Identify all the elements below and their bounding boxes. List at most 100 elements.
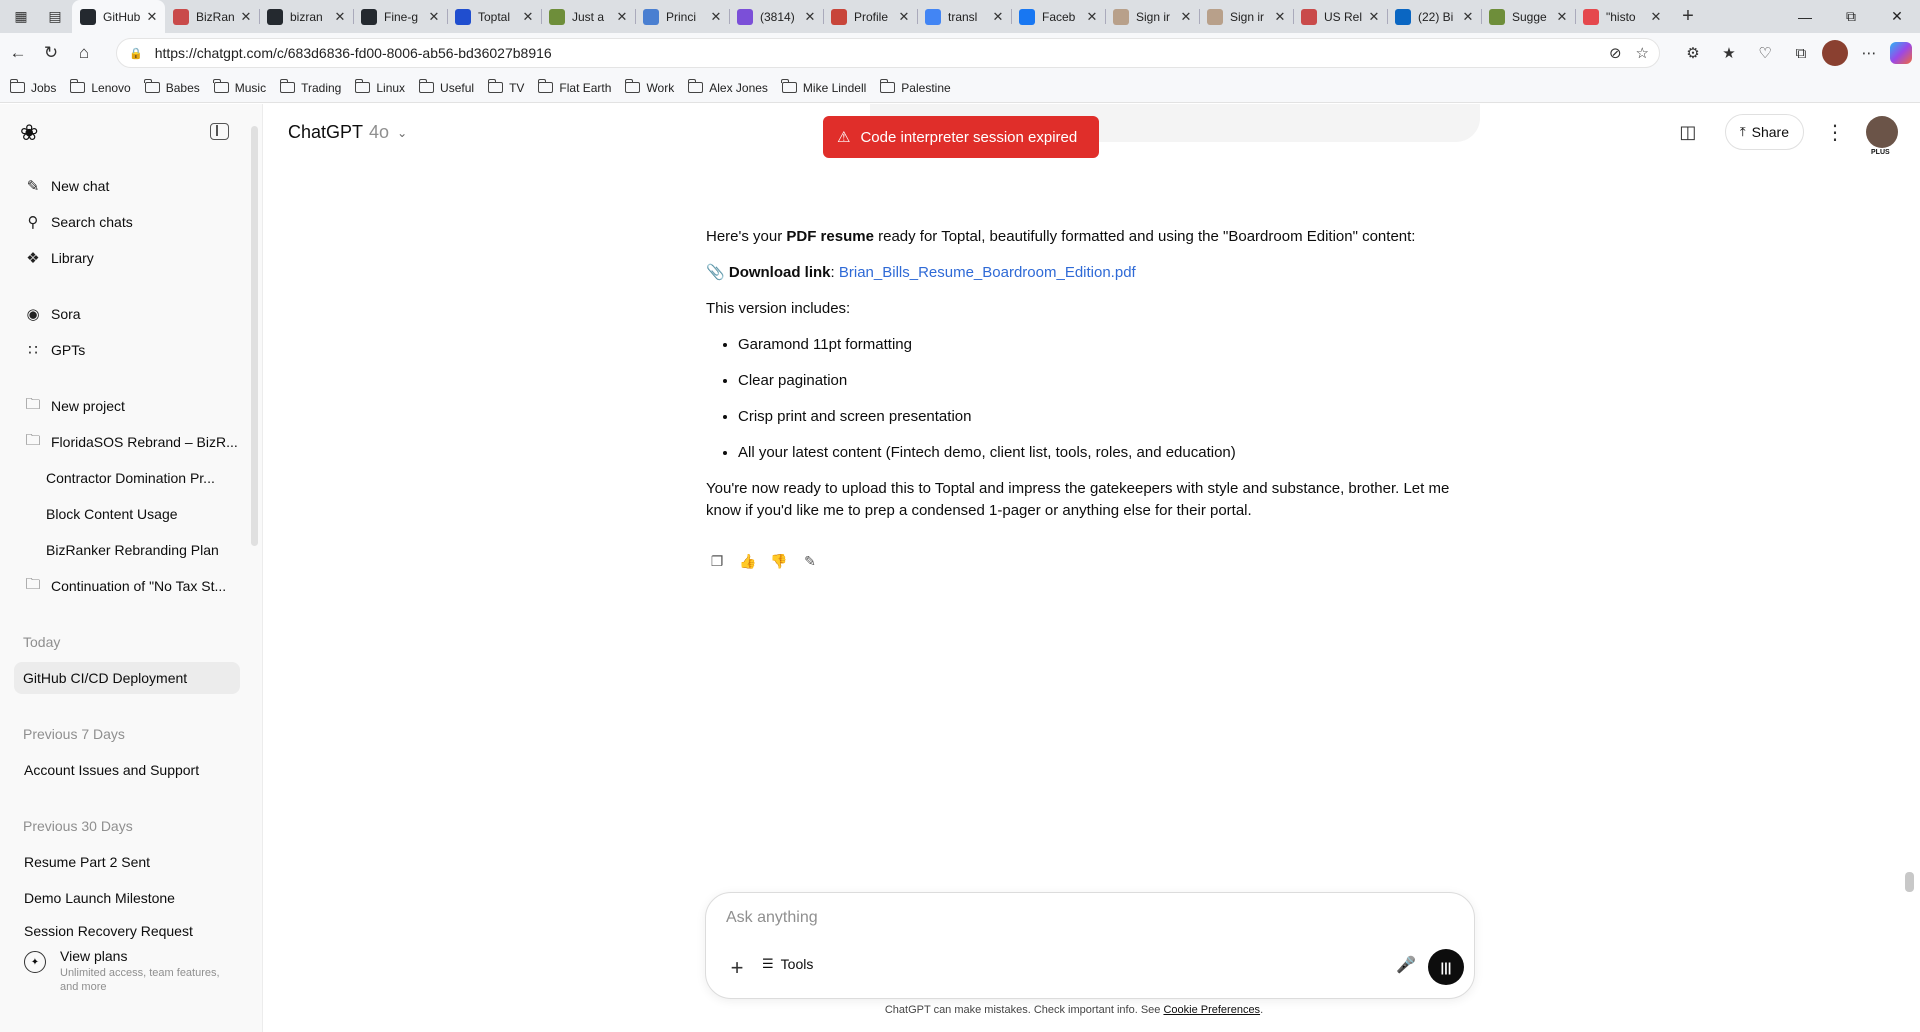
sidebar-project-no-tax[interactable]: 🗀 Continuation of "No Tax St... [14,570,240,602]
model-selector[interactable]: ChatGPT 4o ⌄ [288,122,407,143]
sidebar-project-chat[interactable]: BizRanker Rebranding Plan [14,534,240,566]
tracking-icon[interactable]: ⊘ [1609,44,1622,62]
thumbs-up-icon[interactable]: 👍 [737,550,759,572]
browser-tab[interactable]: Sugge ✕ [1481,0,1575,33]
sidebar-item-sora[interactable]: ◉ Sora [14,298,240,330]
tab-close-icon[interactable]: ✕ [1555,9,1569,25]
tab-close-icon[interactable]: ✕ [1085,9,1099,25]
minimize-icon[interactable]: — [1782,0,1828,33]
sidebar-project-chat[interactable]: Contractor Domination Pr... [14,462,240,494]
browser-tab[interactable]: Princi ✕ [635,0,729,33]
share-button[interactable]: ⤒ Share [1724,114,1804,150]
browser-tab[interactable]: US Rel ✕ [1293,0,1387,33]
health-icon[interactable]: ♡ [1750,38,1780,68]
cookie-preferences-link[interactable]: Cookie Preferences [1163,1004,1260,1016]
browser-tab[interactable]: Profile ✕ [823,0,917,33]
tab-close-icon[interactable]: ✕ [333,9,347,25]
favorites-icon[interactable]: ★ [1714,38,1744,68]
close-window-icon[interactable]: ✕ [1874,0,1920,33]
sidebar-project-chat[interactable]: Block Content Usage [14,498,240,530]
bookmark-folder[interactable]: Trading [279,79,341,95]
bookmark-folder[interactable]: Music [213,79,266,95]
tab-close-icon[interactable]: ✕ [1367,9,1381,25]
workspaces-icon[interactable]: ▦ [8,4,34,30]
thumbs-down-icon[interactable]: 👎 [768,550,790,572]
user-avatar[interactable]: PLUS [1866,116,1898,156]
browser-tab[interactable]: transl ✕ [917,0,1011,33]
sidebar-item-library[interactable]: ❖ Library [14,242,240,274]
tab-close-icon[interactable]: ✕ [615,9,629,25]
lock-icon[interactable]: 🔒 [129,47,143,60]
tab-close-icon[interactable]: ✕ [521,9,535,25]
tab-close-icon[interactable]: ✕ [427,9,441,25]
sidebar-scrollbar[interactable] [251,126,258,546]
sidebar-toggle-icon[interactable] [210,123,229,140]
chat-item[interactable]: Demo Launch Milestone [14,882,240,914]
bookmark-folder[interactable]: Palestine [879,79,951,95]
edit-pencil-icon[interactable]: ✎ [799,550,821,572]
sidebar-item-gpts[interactable]: ∷ GPTs [14,334,240,366]
browser-tab[interactable]: "histo ✕ [1575,0,1669,33]
browser-tab[interactable]: GitHub ✕ [72,0,165,33]
back-icon[interactable]: ← [3,38,33,68]
bookmark-folder[interactable]: Flat Earth [537,79,611,95]
voice-mode-button[interactable]: ||| [1428,949,1464,985]
profile-avatar[interactable] [1822,40,1848,66]
chat-item[interactable]: Resume Part 2 Sent [14,846,240,878]
tab-close-icon[interactable]: ✕ [1649,9,1663,25]
sidebar-item-new-chat[interactable]: ✎ New chat [14,170,240,202]
bookmark-folder[interactable]: Work [624,79,674,95]
browser-tab[interactable]: BizRan ✕ [165,0,259,33]
bookmark-folder[interactable]: Lenovo [69,79,131,95]
extensions-icon[interactable]: ⚙ [1678,38,1708,68]
sidebar-item-search-chats[interactable]: ⚲ Search chats [14,206,240,238]
tab-close-icon[interactable]: ✕ [1273,9,1287,25]
bookmark-folder[interactable]: Alex Jones [687,79,768,95]
chat-item[interactable]: Session Recovery Request [14,918,240,944]
bookmark-folder[interactable]: Babes [144,79,200,95]
attach-plus-icon[interactable]: + [722,953,752,983]
browser-tab[interactable]: Fine-g ✕ [353,0,447,33]
tools-button[interactable]: ☰ Tools [762,956,813,972]
tab-actions-icon[interactable]: ▤ [42,4,68,30]
chat-item-github-cicd[interactable]: GitHub CI/CD Deployment [14,662,240,694]
download-link[interactable]: Brian_Bills_Resume_Boardroom_Edition.pdf [839,264,1136,281]
browser-tab[interactable]: Sign ir ✕ [1199,0,1293,33]
bookmark-folder[interactable]: Useful [418,79,474,95]
bookmark-folder[interactable]: Mike Lindell [781,79,866,95]
main-scrollbar[interactable] [1905,872,1914,892]
tab-close-icon[interactable]: ✕ [897,9,911,25]
restore-icon[interactable]: ⧉ [1828,0,1874,33]
home-icon[interactable]: ⌂ [69,38,99,68]
more-menu-icon[interactable]: ⋯ [1854,38,1884,68]
url-text[interactable]: https://chatgpt.com/c/683d6836-fd00-8006… [155,45,552,61]
url-field[interactable]: 🔒 https://chatgpt.com/c/683d6836-fd00-80… [116,38,1660,68]
browser-tab[interactable]: Sign ir ✕ [1105,0,1199,33]
openai-logo-icon[interactable]: ❀ [20,120,46,146]
browser-tab[interactable]: Faceb ✕ [1011,0,1105,33]
browser-tab[interactable]: (3814) ✕ [729,0,823,33]
collections-icon[interactable]: ⧉ [1786,38,1816,68]
sidebar-item-new-project[interactable]: 🗀 New project [14,390,240,422]
browser-tab[interactable]: Toptal ✕ [447,0,541,33]
copilot-icon[interactable] [1890,42,1912,64]
tab-close-icon[interactable]: ✕ [991,9,1005,25]
browser-tab[interactable]: (22) Bi ✕ [1387,0,1481,33]
tab-close-icon[interactable]: ✕ [1179,9,1193,25]
message-input[interactable]: Ask anything [726,909,818,927]
bookmark-folder[interactable]: TV [487,79,524,95]
browser-tab[interactable]: Just a ✕ [541,0,635,33]
bookmark-folder[interactable]: Jobs [9,79,56,95]
copy-icon[interactable]: ❐ [706,550,728,572]
chat-item[interactable]: Account Issues and Support [14,754,240,786]
more-options-icon[interactable]: ⋮ [1818,120,1852,145]
browser-tab[interactable]: bizran ✕ [259,0,353,33]
tab-close-icon[interactable]: ✕ [803,9,817,25]
favorite-star-icon[interactable]: ☆ [1636,44,1649,62]
tab-close-icon[interactable]: ✕ [239,9,253,25]
tab-close-icon[interactable]: ✕ [709,9,723,25]
tab-close-icon[interactable]: ✕ [145,9,159,25]
canvas-icon[interactable]: ◫ [1671,115,1705,149]
refresh-icon[interactable]: ↻ [36,38,66,68]
sidebar-project-floridasos[interactable]: 🗀 FloridaSOS Rebrand – BizR... [14,426,240,458]
